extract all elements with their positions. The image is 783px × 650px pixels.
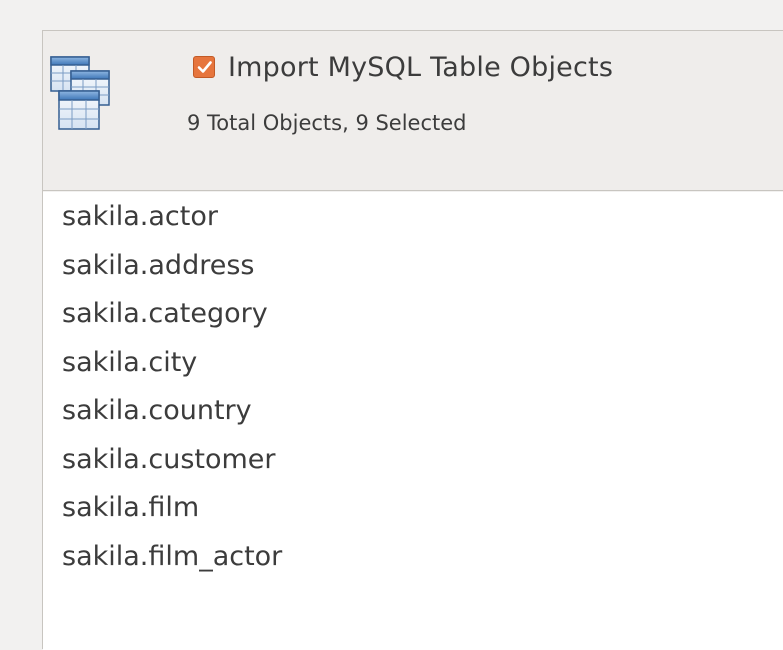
- list-item[interactable]: sakila.actor: [43, 193, 783, 242]
- list-item[interactable]: sakila.customer: [43, 436, 783, 485]
- selection-summary: 9 Total Objects, 9 Selected: [187, 111, 467, 135]
- list-item[interactable]: sakila.country: [43, 387, 783, 436]
- import-tables-checkbox-row[interactable]: Import MySQL Table Objects: [193, 49, 613, 85]
- list-item[interactable]: sakila.category: [43, 290, 783, 339]
- object-list[interactable]: sakila.actor sakila.address sakila.categ…: [43, 192, 783, 650]
- list-item[interactable]: sakila.film_actor: [43, 533, 783, 582]
- group-header: Import MySQL Table Objects 9 Total Objec…: [43, 31, 783, 191]
- import-tables-checkbox[interactable]: [193, 56, 215, 78]
- object-selection-group: Import MySQL Table Objects 9 Total Objec…: [42, 30, 783, 650]
- import-tables-label[interactable]: Import MySQL Table Objects: [228, 52, 613, 83]
- list-item[interactable]: sakila.address: [43, 242, 783, 291]
- checkmark-icon: [197, 61, 212, 73]
- list-item[interactable]: sakila.film: [43, 484, 783, 533]
- table-stack-icon: [49, 53, 115, 133]
- import-objects-panel: Import MySQL Table Objects 9 Total Objec…: [0, 0, 783, 650]
- list-item[interactable]: sakila.city: [43, 339, 783, 388]
